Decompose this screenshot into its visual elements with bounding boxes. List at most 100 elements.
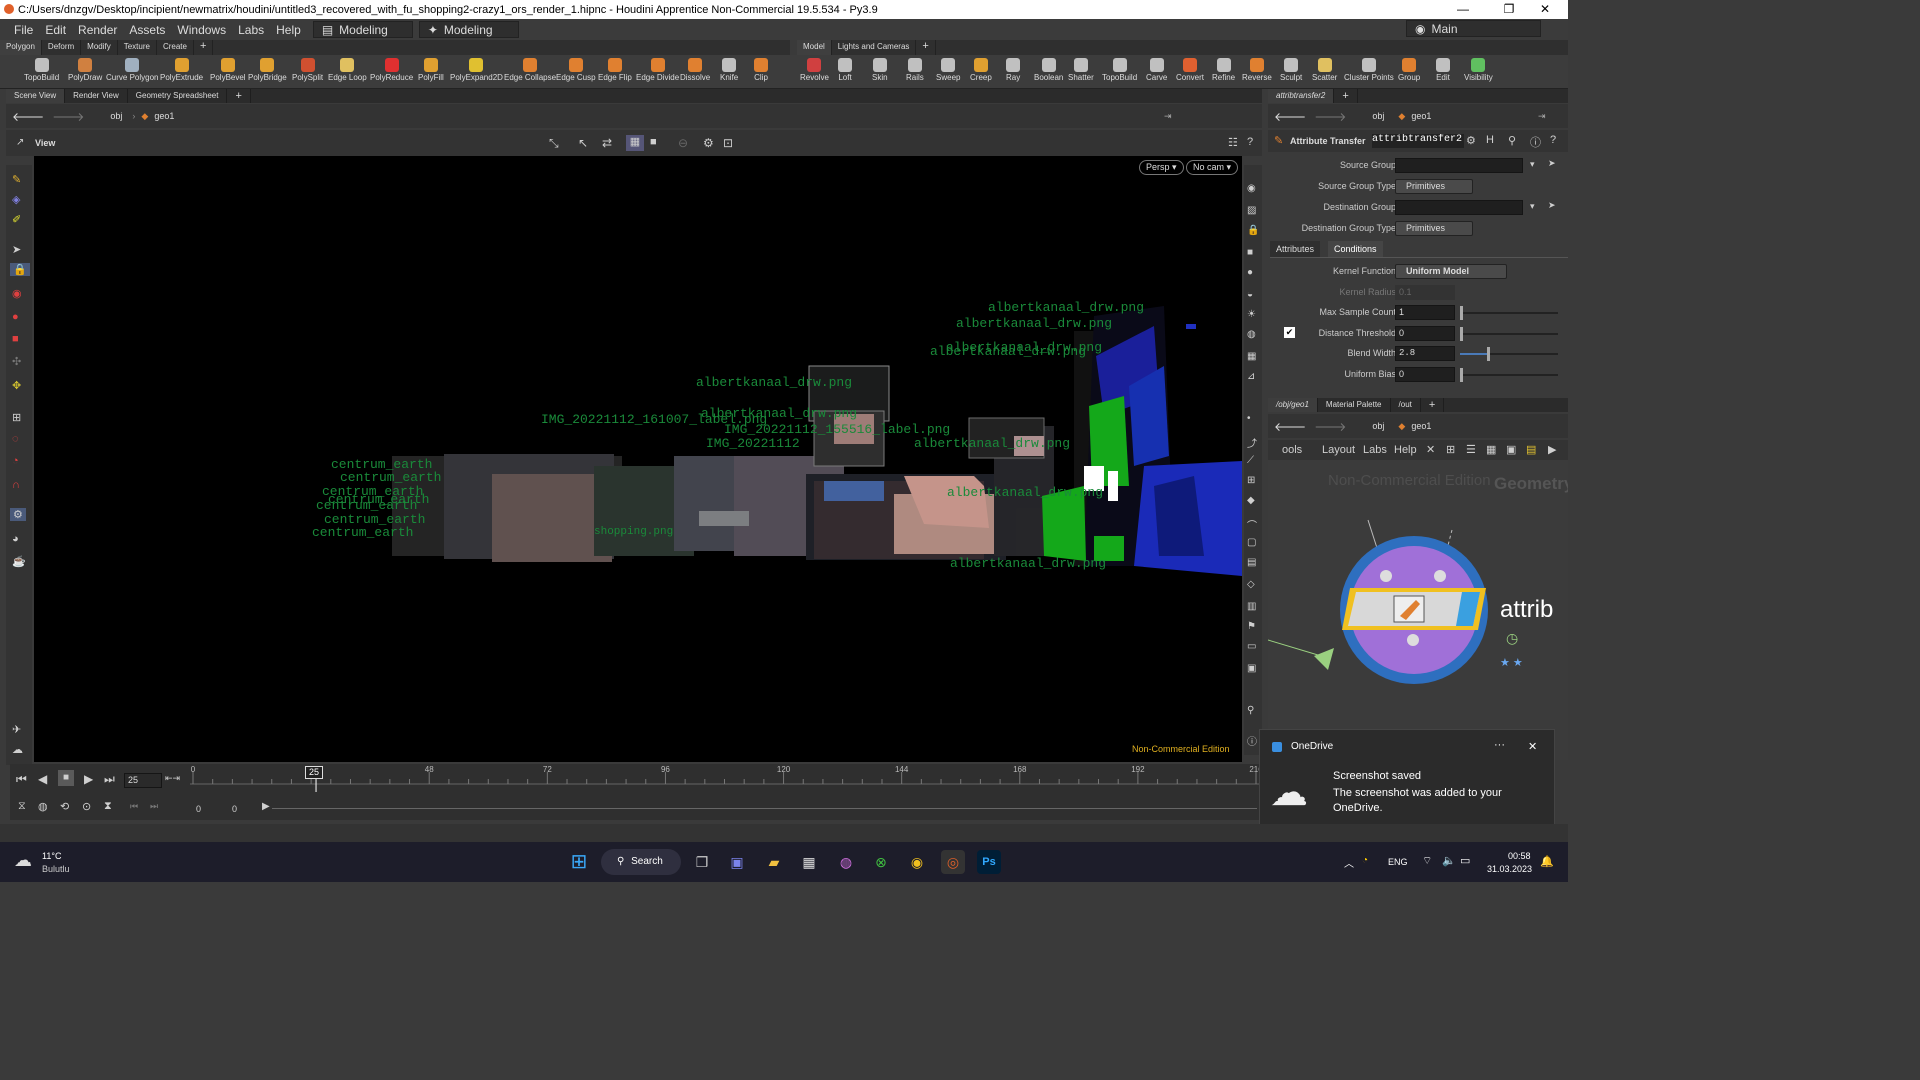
notification-bell-icon[interactable]: 🔔 xyxy=(1540,855,1554,868)
select-arrow-icon[interactable]: ➤ xyxy=(1548,158,1556,169)
realtime-icon[interactable]: ⧖ xyxy=(18,800,26,813)
network-path-obj[interactable]: obj xyxy=(1372,421,1384,431)
frame-field[interactable]: 25 xyxy=(124,773,162,788)
shelf-tool-polybridge[interactable]: PolyBridge xyxy=(248,55,287,89)
clock-date[interactable]: 31.03.2023 xyxy=(1487,864,1532,874)
headlight-icon[interactable]: ◍ xyxy=(1247,329,1256,340)
shelf-tool-rails[interactable]: Rails xyxy=(906,55,924,89)
shelf-tool-edit[interactable]: Edit xyxy=(1436,55,1450,89)
tab-out[interactable]: /out xyxy=(1391,398,1421,412)
uv-icon[interactable]: ⊞ xyxy=(1247,475,1255,486)
network-editor[interactable]: Non-Commercial Edition Geometry attrib ◷… xyxy=(1268,460,1568,760)
volume-icon[interactable]: 🔈 xyxy=(1442,854,1456,867)
jump-start-button[interactable]: ⏮ xyxy=(16,772,27,787)
pin-view-icon[interactable]: ⚲ xyxy=(1247,705,1254,716)
shelf-tool-polyreduce[interactable]: PolyReduce xyxy=(370,55,413,89)
info-icon[interactable]: ⓘ xyxy=(1247,733,1257,748)
shelf-tool-polydraw[interactable]: PolyDraw xyxy=(68,55,102,89)
menu-windows[interactable]: Windows xyxy=(171,23,232,37)
menu-help-network[interactable]: Help xyxy=(1394,444,1417,456)
photoshop-icon[interactable]: Ps xyxy=(977,850,1001,874)
slider-handle[interactable] xyxy=(1487,347,1491,361)
uniform-bias-field[interactable]: 0 xyxy=(1395,367,1455,382)
menu-edit[interactable]: Edit xyxy=(39,23,72,37)
shelf-tool-sweep[interactable]: Sweep xyxy=(936,55,960,89)
menu-render[interactable]: Render xyxy=(72,23,123,37)
menu-help[interactable]: Help xyxy=(270,23,307,37)
bg-icon[interactable]: ▨ xyxy=(1247,205,1256,216)
dropdown-arrow-icon[interactable]: ▾ xyxy=(1530,159,1535,170)
menu-layout[interactable]: Layout xyxy=(1322,444,1355,456)
max-sample-count-field[interactable]: 1 xyxy=(1395,305,1455,320)
viewer-state-selector[interactable]: ✦ Modeling xyxy=(418,21,519,38)
slider-track[interactable] xyxy=(1460,368,1558,382)
vertex-icon[interactable]: ⌒ xyxy=(1247,517,1257,532)
back-arrow-icon[interactable]: 🡐 xyxy=(12,109,44,124)
menu-assets[interactable]: Assets xyxy=(123,23,171,37)
weather-icon[interactable]: ☁ xyxy=(14,850,32,871)
destination-group-field[interactable] xyxy=(1395,200,1523,215)
node-name-label[interactable]: attrib xyxy=(1500,596,1553,624)
blend-width-field[interactable]: 2.8 xyxy=(1395,346,1455,361)
destination-group-type-menu[interactable]: Primitives xyxy=(1395,221,1473,236)
move-icon[interactable]: ✥ xyxy=(12,379,21,392)
brush-icon[interactable]: ◔ xyxy=(12,455,19,467)
shelf-tool-ray[interactable]: Ray xyxy=(1006,55,1020,89)
shelf-tool-sculpt[interactable]: Sculpt xyxy=(1280,55,1302,89)
shelf-tool-carve[interactable]: Carve xyxy=(1146,55,1167,89)
shelf-tool-convert[interactable]: Convert xyxy=(1176,55,1204,89)
wrench-icon[interactable]: ✕ xyxy=(1426,443,1435,456)
shelf-tool-refine[interactable]: Refine xyxy=(1212,55,1235,89)
shelf-tool-scatter[interactable]: Scatter xyxy=(1312,55,1337,89)
clock-time[interactable]: 00:58 xyxy=(1508,851,1531,861)
tab-scene-view[interactable]: Scene View xyxy=(6,89,66,103)
tree-icon[interactable]: ⊞ xyxy=(1446,443,1455,456)
tab-material-palette[interactable]: Material Palette xyxy=(1318,398,1391,412)
shelf-tool-reverse[interactable]: Reverse xyxy=(1242,55,1272,89)
grid-icon[interactable]: ▦ xyxy=(1486,443,1496,456)
minimize-button[interactable]: — xyxy=(1440,0,1486,19)
wifi-icon[interactable]: ⌔ xyxy=(1422,854,1432,868)
select-arrow-icon[interactable]: ➤ xyxy=(1548,200,1556,211)
tab-render-view[interactable]: Render View xyxy=(65,89,128,103)
slider-handle[interactable] xyxy=(1460,327,1463,341)
tumble-icon[interactable]: ✈ xyxy=(12,723,21,736)
list-icon[interactable]: ☰ xyxy=(1466,443,1476,456)
add-shelf-tab-button[interactable]: + xyxy=(194,40,214,55)
menu-file[interactable]: File xyxy=(8,23,39,37)
paint-icon[interactable]: ✐ xyxy=(12,213,21,226)
rotate-view-icon[interactable]: ◕ xyxy=(12,533,19,545)
shelf-tool-visibility[interactable]: Visibility xyxy=(1464,55,1493,89)
param-path-geo1[interactable]: geo1 xyxy=(1411,111,1431,121)
image-icon[interactable]: ▣ xyxy=(1506,443,1516,456)
group-select-icon[interactable]: ⊞ xyxy=(12,411,21,424)
select-icon[interactable]: ⤡ xyxy=(549,136,559,151)
step-back-button[interactable]: ◀ xyxy=(38,772,47,786)
slider-track[interactable] xyxy=(1460,327,1558,341)
frame-step-icon[interactable]: ⇤⇥ xyxy=(165,773,180,784)
workspace-selector[interactable]: ◉ Main xyxy=(1406,20,1541,37)
gear-icon[interactable]: ⚙ xyxy=(1466,134,1476,147)
light-icon[interactable]: ☀ xyxy=(1247,309,1256,320)
shelf-tool-clip[interactable]: Clip xyxy=(754,55,768,89)
grid-view-icon[interactable]: ▦ xyxy=(1247,351,1256,362)
slider-track[interactable] xyxy=(1460,347,1558,361)
keyframe-icon[interactable]: ⊙ xyxy=(82,800,91,813)
network-path-geo1[interactable]: geo1 xyxy=(1411,421,1431,431)
help-icon[interactable]: ? xyxy=(1247,136,1253,148)
slider-handle[interactable] xyxy=(1460,306,1463,320)
chrome-icon[interactable]: ◉ xyxy=(905,850,929,874)
store-icon[interactable]: ▦ xyxy=(797,850,821,874)
add-network-tab-button[interactable]: + xyxy=(1421,398,1445,412)
tray-chevron-icon[interactable]: ︿ xyxy=(1344,855,1354,870)
add-shelf-tab-button-right[interactable]: + xyxy=(916,40,936,55)
normals-icon[interactable]: ⤴ xyxy=(1247,435,1257,450)
menu-tools[interactable]: ools xyxy=(1282,444,1302,456)
onedrive-notification[interactable]: OneDrive ··· ✕ ☁ Screenshot saved The sc… xyxy=(1259,729,1555,830)
path-root-obj[interactable]: obj xyxy=(110,111,122,121)
tab-obj-geo1[interactable]: /obj/geo1 xyxy=(1268,398,1318,412)
path-geo1[interactable]: geo1 xyxy=(154,111,174,121)
battery-icon[interactable]: ▭ xyxy=(1460,854,1470,867)
handle-icon[interactable]: ✎ xyxy=(12,173,21,186)
menu-labs[interactable]: Labs xyxy=(232,23,270,37)
